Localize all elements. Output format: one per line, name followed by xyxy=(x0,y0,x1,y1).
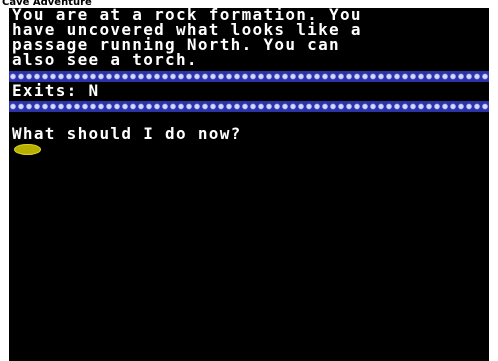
location-description-line-4: also see a torch. xyxy=(12,50,198,69)
divider-bottom xyxy=(9,101,489,112)
game-window: Cave Adventure You are at a rock formati… xyxy=(0,0,498,361)
title-bar: Cave Adventure xyxy=(0,0,498,8)
exits-line: Exits: N xyxy=(12,81,100,100)
input-cursor-icon[interactable] xyxy=(14,144,41,155)
game-screen[interactable]: You are at a rock formation. You have un… xyxy=(9,8,489,361)
command-prompt: What should I do now? xyxy=(12,124,242,143)
